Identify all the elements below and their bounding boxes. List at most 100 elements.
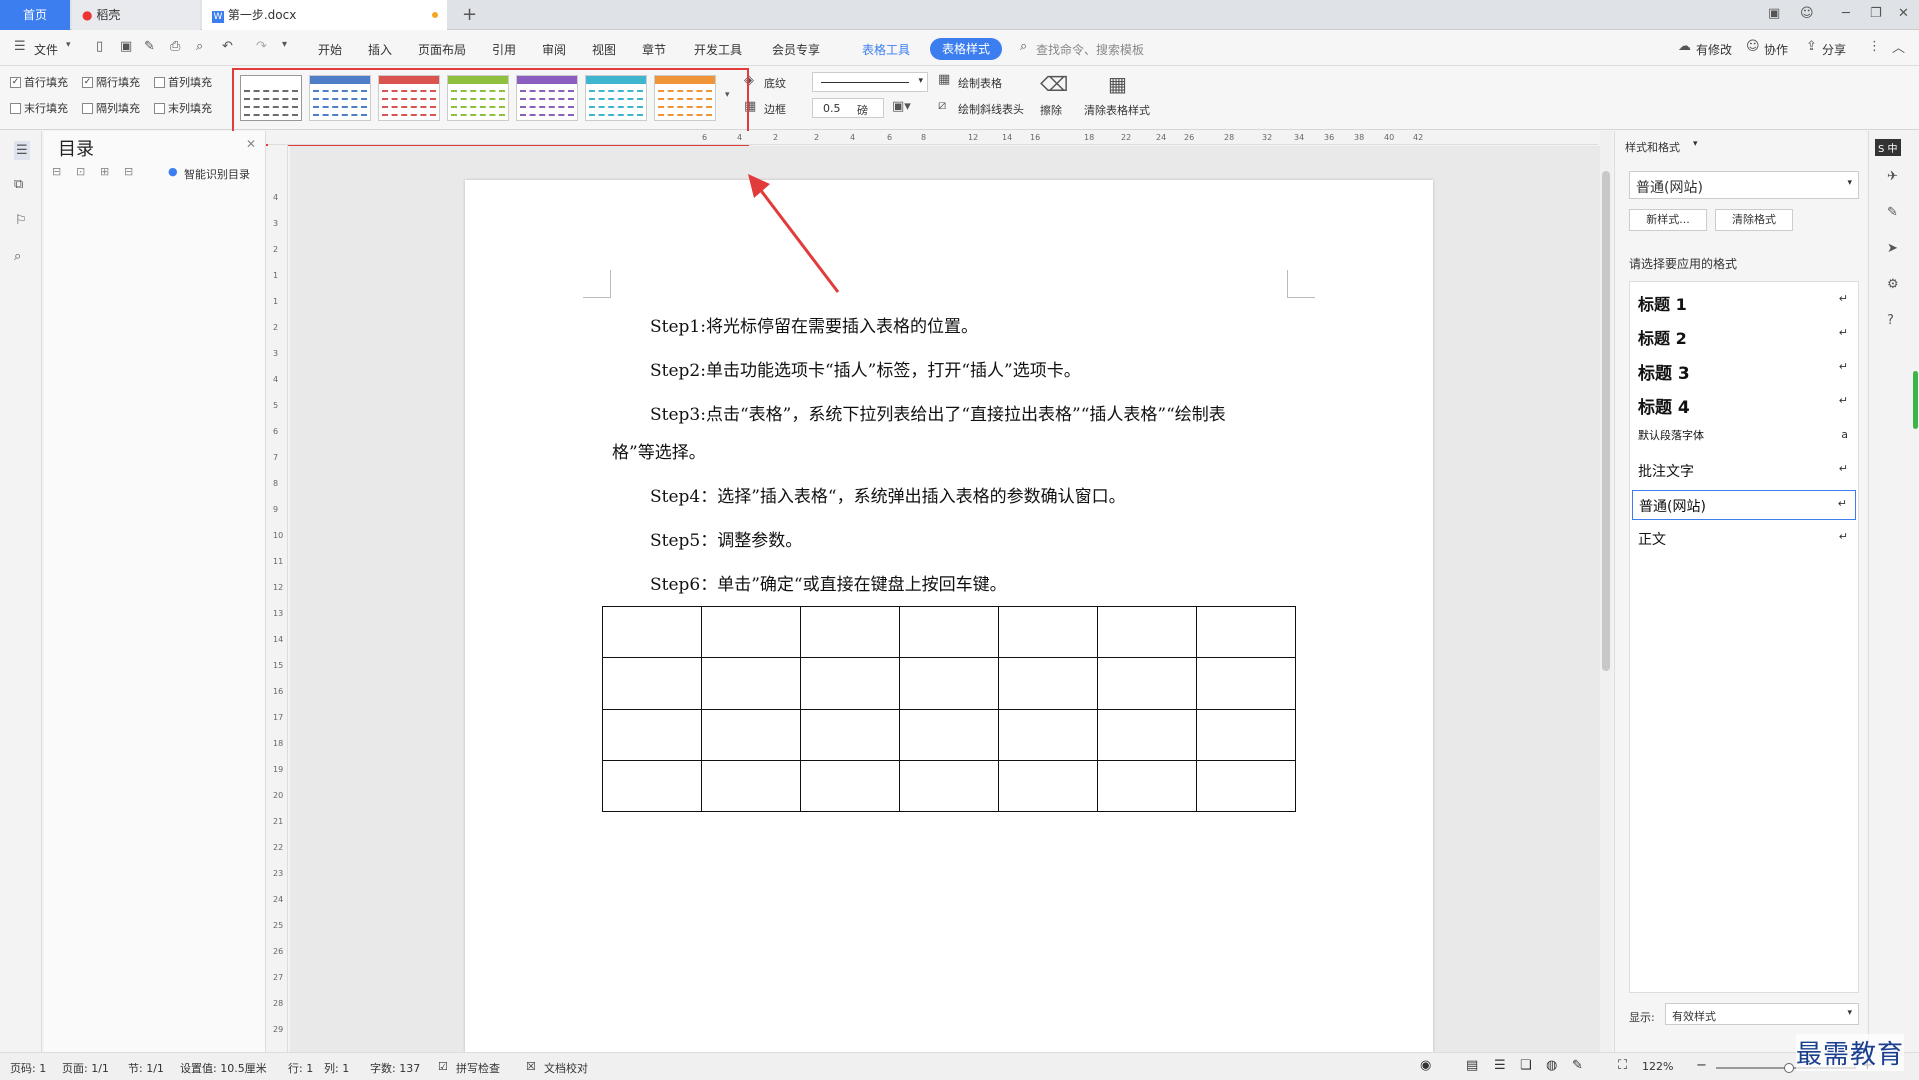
menu-item-table-tools[interactable]: 表格工具 [862,41,910,58]
shading-button[interactable]: 底纹 [764,75,786,91]
table-cell[interactable] [1097,708,1197,761]
horizontal-ruler[interactable]: 6 4 2 2 4 6 8 12 14 16 18 22 24 26 28 32 34 36 38 40 42 [268,131,1598,145]
option-first-row-fill[interactable]: ✓ 首行填充 [10,74,68,90]
table-cell[interactable] [800,708,900,761]
command-search[interactable]: 查找命令、搜索模板 [1036,41,1144,58]
zoom-out-icon[interactable]: − [1696,1058,1707,1073]
menu-item-reference[interactable]: 引用 [492,41,516,58]
menu-item-review[interactable]: 审阅 [542,41,566,58]
search-icon[interactable]: ⌕ [14,249,21,264]
table-cell[interactable] [1097,759,1197,813]
status-page[interactable]: 页码: 1 [10,1060,46,1076]
status-col[interactable]: 列: 1 [324,1060,349,1076]
scroll-indicator[interactable] [1913,371,1918,429]
vertical-ruler[interactable]: 4 3 2 1 1 2 3 4 5 6 7 8 9 10 11 12 13 14 15 16 17 18 19 20 21 22 2… [268,145,288,1052]
menu-item-view[interactable]: 视图 [592,41,616,58]
option-last-row-fill[interactable]: 末行填充 [10,100,68,116]
line-width-select[interactable]: 0.5 磅 [812,98,884,118]
style-item[interactable]: 批注文字 ↵ [1632,456,1856,486]
table-cell[interactable] [701,605,801,659]
menu-item-insert[interactable]: 插入 [368,41,392,58]
style-item[interactable]: 标题 4 ↵ [1632,388,1856,418]
tab-document[interactable]: W 第一步.docx [202,0,447,30]
panel-icon[interactable]: ▣ [1768,6,1780,21]
table-cell[interactable] [1097,657,1197,710]
style-item[interactable]: 正文 ↵ [1632,524,1856,554]
table-cell[interactable] [998,708,1098,761]
table-cell[interactable] [899,708,999,761]
table-cell[interactable] [602,759,702,813]
zoom-value[interactable]: 122% [1642,1060,1673,1073]
eye-icon[interactable]: ◉ [1420,1058,1431,1073]
chapter-nav-icon[interactable]: ⧉ [14,177,23,192]
status-setting[interactable]: 设置值: 10.5厘米 [180,1060,267,1076]
toc-icon[interactable]: ☰ [14,141,30,160]
ime-toolbar-icon[interactable]: S 中 [1875,139,1901,156]
new-doc-icon[interactable]: ▯ [96,39,103,54]
web-view-icon[interactable]: ◍ [1546,1058,1557,1073]
paragraph-step6[interactable]: Step6：单击”确定“或直接在键盘上按回车键。 [650,570,1007,595]
table-cell[interactable] [998,605,1098,659]
styles-panel-header[interactable]: 样式和格式 [1625,139,1680,155]
toc-close-icon[interactable]: ✕ [246,137,256,151]
status-pages[interactable]: 页面: 1/1 [62,1060,109,1076]
show-select[interactable]: 有效样式 ▾ [1665,1003,1859,1025]
table-cell[interactable] [1196,759,1296,813]
more-icon[interactable]: ⋮ [1868,39,1881,54]
menu-item-layout[interactable]: 页面布局 [418,41,466,58]
table-cell[interactable] [998,657,1098,710]
document-table[interactable] [602,605,1296,813]
toc-collapse-icon[interactable]: ⊟ [52,165,61,178]
tab-daoke[interactable]: ● 稻壳 [72,0,200,30]
table-cell[interactable] [701,708,801,761]
style-item[interactable]: 普通(网站) ↵ [1632,490,1856,520]
table-cell[interactable] [602,657,702,710]
table-cell[interactable] [701,759,801,813]
file-menu[interactable]: 文件 [34,41,58,58]
collapse-ribbon-icon[interactable]: ︿ [1892,37,1905,56]
pen-tool-icon[interactable]: ✎ [1887,205,1898,220]
style-item[interactable]: 标题 3 ↵ [1632,354,1856,384]
table-cell[interactable] [602,708,702,761]
table-cell[interactable] [899,605,999,659]
menu-item-member[interactable]: 会员专享 [772,41,820,58]
menu-item-developer[interactable]: 开发工具 [694,41,742,58]
toc-add-icon[interactable]: ⊞ [100,165,109,178]
new-style-button[interactable]: 新样式... [1629,209,1707,231]
toc-expand-icon[interactable]: ⊡ [76,165,85,178]
option-last-column-fill[interactable]: 末列填充 [154,100,212,116]
print-icon[interactable]: ⎙ [170,39,180,54]
style-tool-icon[interactable]: ✈ [1887,169,1898,184]
scrollbar-thumb[interactable] [1602,171,1610,671]
hamburger-icon[interactable]: ☰ [14,39,26,54]
format-painter-icon[interactable]: ✎ [144,39,155,54]
smart-toc-button[interactable]: 智能识别目录 [184,166,250,182]
table-cell[interactable] [800,759,900,813]
modified-button[interactable]: 有修改 [1696,41,1732,58]
table-cell[interactable] [1196,708,1296,761]
close-button[interactable]: ✕ [1898,6,1909,21]
share-button[interactable]: 分享 [1822,41,1846,58]
bookmark-icon[interactable]: ⚐ [15,213,27,228]
menu-item-start[interactable]: 开始 [318,41,342,58]
zoom-slider-thumb[interactable] [1784,1063,1794,1073]
status-section[interactable]: 节: 1/1 [128,1060,164,1076]
option-banded-rows[interactable]: ✓ 隔行填充 [82,74,140,90]
style-item[interactable]: 默认段落字体 a [1632,422,1856,452]
document-scrollbar[interactable] [1600,131,1612,1052]
outline-view-icon[interactable]: ☰ [1494,1058,1506,1073]
table-cell[interactable] [800,657,900,710]
new-tab-button[interactable]: + [462,4,477,25]
toc-remove-icon[interactable]: ⊟ [124,165,133,178]
settings-icon[interactable]: ⚙ [1887,277,1899,292]
spellcheck-button[interactable]: 拼写检查 [456,1060,500,1076]
table-cell[interactable] [602,605,702,659]
table-cell[interactable] [998,759,1098,813]
table-cell[interactable] [701,657,801,710]
minimize-button[interactable]: ─ [1842,6,1850,21]
paragraph-step5[interactable]: Step5：调整参数。 [650,526,802,551]
paragraph-step3[interactable]: Step3:点击“表格”，系统下拉列表给出了“直接拉出表格”“插人表格”“绘制表 [650,400,1226,425]
style-item[interactable]: 标题 1 ↵ [1632,286,1856,316]
undo-icon[interactable]: ↶ [222,39,233,54]
table-cell[interactable] [1196,657,1296,710]
